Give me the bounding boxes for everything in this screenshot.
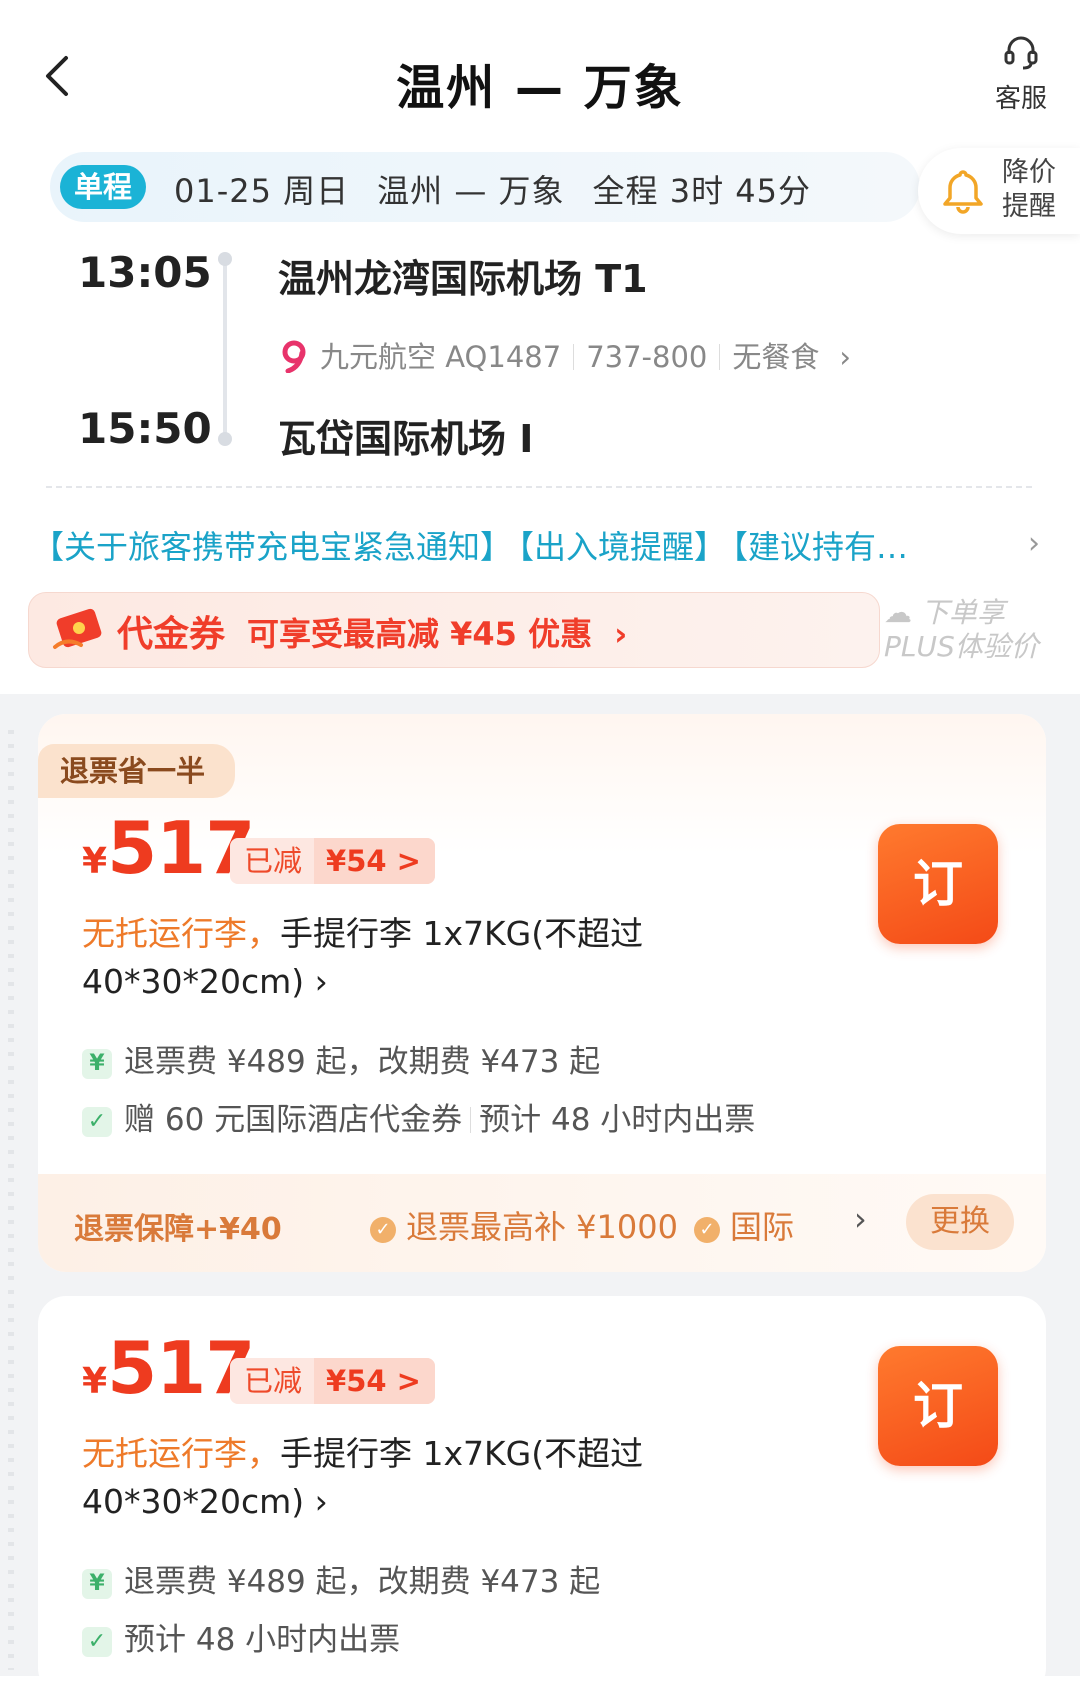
book-button[interactable]: 订 bbox=[878, 824, 998, 944]
notice-bar[interactable]: 【关于旅客携带充电宝紧急通知】 【出入境提醒】 【建议持有… bbox=[32, 522, 982, 568]
offer-perks: ✓ 赠 60 元国际酒店代金券 预计 48 小时内出票 bbox=[82, 1094, 755, 1139]
insurance-label: 退票保障+¥40 bbox=[74, 1212, 282, 1247]
aircraft-type: 737-800 bbox=[586, 340, 708, 374]
check-circle-icon: ✓ bbox=[370, 1217, 396, 1243]
book-button[interactable]: 订 bbox=[878, 1346, 998, 1466]
plus-price-hint: ☁ 下单享 PLUS体验价 bbox=[884, 596, 1039, 663]
refund-change-fees: ¥ 退票费 ¥489 起，改期费 ¥473 起 bbox=[82, 1036, 600, 1081]
fare-price: ¥517 bbox=[82, 806, 255, 890]
arrive-time: 15:50 bbox=[78, 404, 212, 453]
yuan-icon: ¥ bbox=[82, 1569, 112, 1599]
check-icon: ✓ bbox=[82, 1107, 112, 1137]
coupon-banner[interactable]: 代金券 可享受最高减 ¥45 优惠 › bbox=[28, 592, 880, 668]
flight-info-row[interactable]: 九元航空 AQ1487 737-800 无餐食 › bbox=[278, 334, 851, 376]
trip-summary-bar: 单程 01-25 周日 温州 — 万象 全程 3时 45分 bbox=[50, 152, 920, 222]
offer-perks: ✓ 预计 48 小时内出票 bbox=[82, 1614, 400, 1659]
fare-offer-card[interactable]: ¥517 已减 ¥54 > 订 无托运行李，手提行李 1x7KG(不超过40*30… bbox=[38, 1296, 1046, 1696]
baggage-info[interactable]: 无托运行李，手提行李 1x7KG(不超过40*30*20cm) › bbox=[82, 1430, 722, 1526]
notice-item[interactable]: 【建议持有… bbox=[732, 528, 908, 566]
arrive-airport: 瓦岱国际机场 I bbox=[278, 417, 534, 461]
discount-badge[interactable]: 已减 ¥54 > bbox=[230, 1358, 435, 1404]
coupon-text: 可享受最高减 ¥45 优惠 › bbox=[247, 615, 628, 653]
insurance-item: ✓ 退票最高补 ¥1000 bbox=[370, 1202, 678, 1248]
chevron-right-icon[interactable]: › bbox=[854, 1200, 867, 1238]
chevron-right-icon[interactable]: › bbox=[1028, 526, 1040, 561]
depart-airport: 温州龙湾国际机场 T1 bbox=[278, 257, 648, 301]
timeline-dot-start bbox=[218, 252, 232, 266]
notice-item[interactable]: 【关于旅客携带充电宝紧急通知】 bbox=[32, 528, 512, 566]
refund-insurance-bar[interactable]: 退票保障+¥40 ✓ 退票最高补 ¥1000 ✓ 国际 › 更换 bbox=[38, 1174, 1046, 1272]
timeline-dot-end bbox=[218, 432, 232, 446]
trip-route: 温州 — 万象 bbox=[377, 172, 565, 210]
bell-icon bbox=[943, 170, 983, 214]
refund-tag: 退票省一半 bbox=[38, 744, 236, 798]
check-circle-icon: ✓ bbox=[694, 1217, 720, 1243]
insurance-item: ✓ 国际 bbox=[694, 1202, 806, 1248]
decorative-dots bbox=[8, 730, 14, 1670]
customer-service-label: 客服 bbox=[994, 84, 1047, 114]
chevron-right-icon: › bbox=[839, 340, 851, 374]
fare-offer-card[interactable]: 退票省一半 ¥517 已减 ¥54 > 订 无托运行李，手提行李 1x7KG(不超… bbox=[38, 714, 1046, 1272]
discount-badge[interactable]: 已减 ¥54 > bbox=[230, 838, 435, 884]
headset-icon bbox=[1004, 36, 1038, 70]
divider bbox=[46, 486, 1032, 488]
airline-logo-icon bbox=[282, 340, 306, 374]
notice-item[interactable]: 【出入境提醒】 bbox=[518, 528, 726, 566]
customer-service-button[interactable]: 客服 bbox=[986, 32, 1056, 115]
page-title: 温州 — 万象 bbox=[396, 60, 684, 116]
price-alert-label: 降价提醒 bbox=[1002, 157, 1056, 222]
coupon-title: 代金券 bbox=[117, 614, 226, 655]
meal-info: 无餐食 bbox=[732, 340, 820, 374]
baggage-info[interactable]: 无托运行李，手提行李 1x7KG(不超过40*30*20cm) › bbox=[82, 910, 722, 1006]
trip-date: 01-25 周日 bbox=[174, 172, 350, 210]
plus-line2: PLUS体验价 bbox=[884, 630, 1039, 663]
change-insurance-button[interactable]: 更换 bbox=[906, 1194, 1014, 1250]
trip-summary-text: 01-25 周日 温州 — 万象 全程 3时 45分 bbox=[174, 166, 839, 212]
yuan-icon: ¥ bbox=[82, 1049, 112, 1079]
coupon-ticket-icon bbox=[53, 608, 102, 649]
trip-type-badge: 单程 bbox=[60, 165, 147, 209]
plus-line1: 下单享 bbox=[920, 596, 1005, 629]
refund-change-fees: ¥ 退票费 ¥489 起，改期费 ¥473 起 bbox=[82, 1556, 600, 1601]
check-icon: ✓ bbox=[82, 1627, 112, 1657]
timeline-line bbox=[223, 258, 227, 436]
price-alert-button[interactable]: 降价提醒 bbox=[918, 148, 1080, 234]
airline-flight-number: 九元航空 AQ1487 bbox=[320, 340, 562, 374]
depart-time: 13:05 bbox=[78, 248, 212, 297]
fare-price: ¥517 bbox=[82, 1326, 255, 1410]
trip-duration: 全程 3时 45分 bbox=[592, 172, 811, 210]
